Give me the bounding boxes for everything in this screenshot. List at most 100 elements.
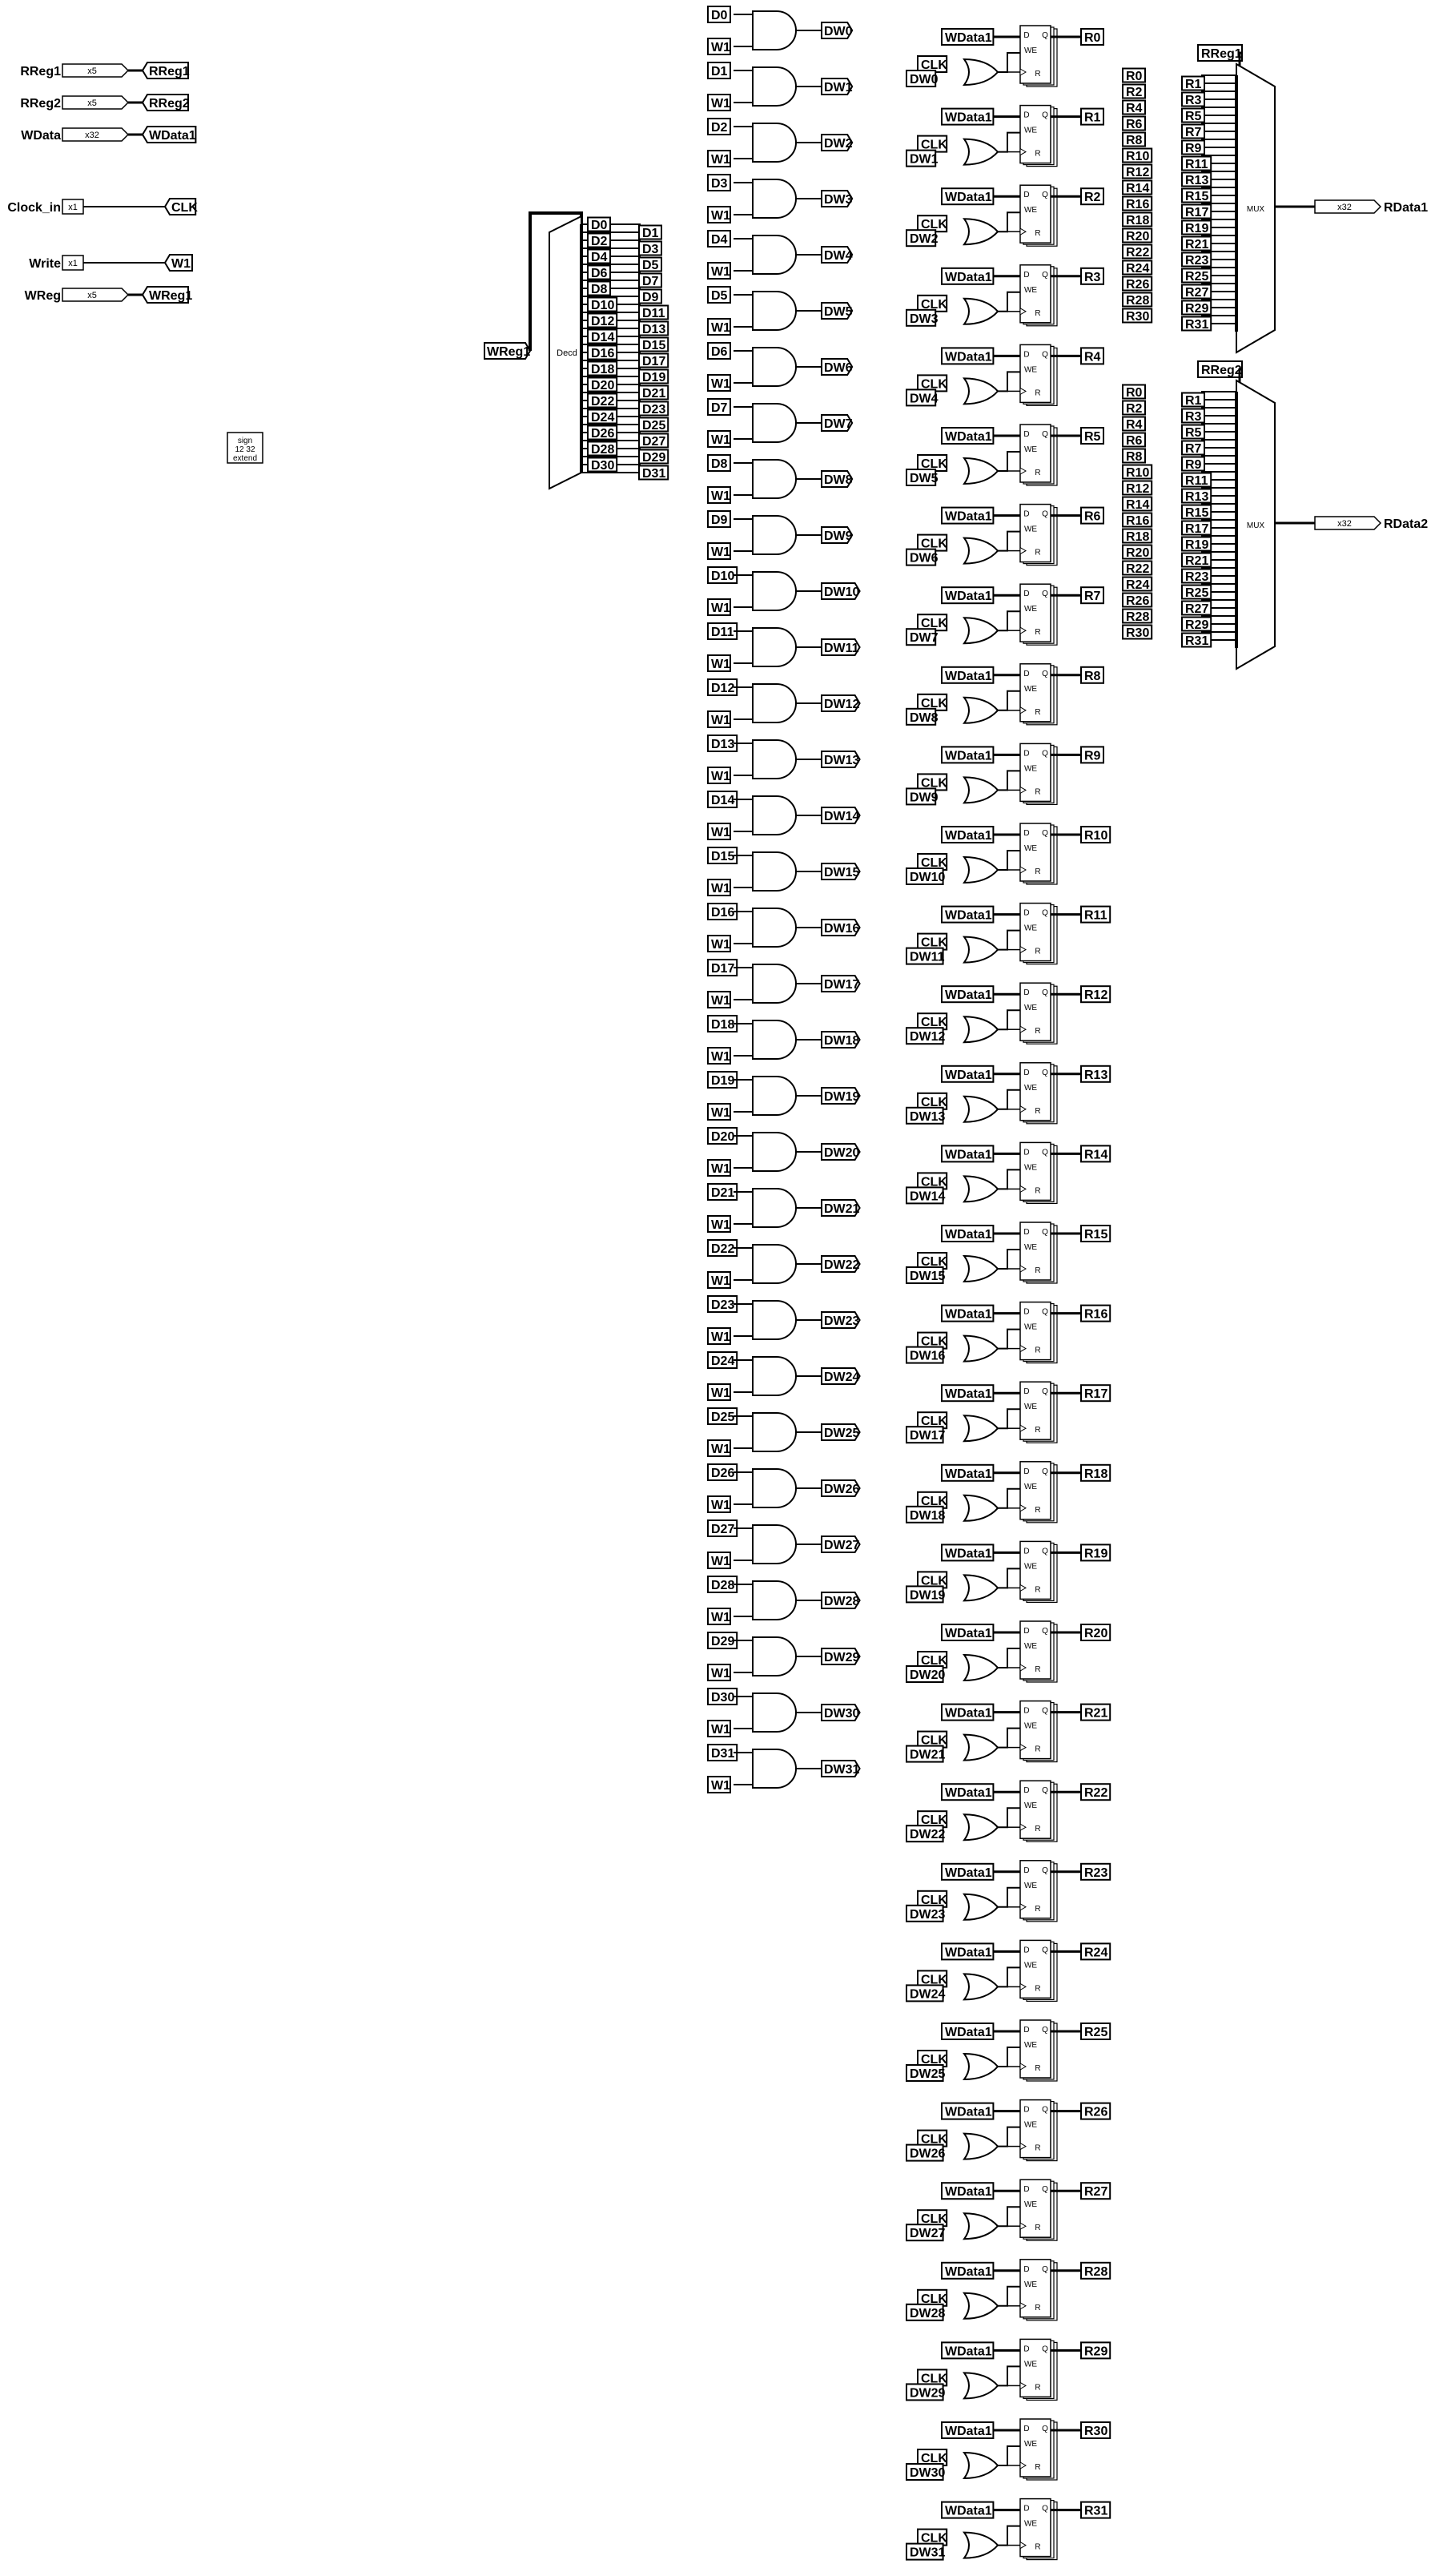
register-21-q-out-text: R21 (1084, 1707, 1107, 1721)
mux-2-in-r3-text: R3 (1185, 410, 1202, 424)
register-31-q-out-text: R31 (1084, 2505, 1107, 2518)
and-gate-17-body (752, 964, 797, 1004)
and-gate-23-body (752, 1300, 797, 1340)
register-11-pin-r: R (1035, 948, 1040, 956)
register-28-dw-text: DW28 (910, 2307, 946, 2320)
register-28-q-out-text: R28 (1084, 2265, 1107, 2279)
and-gate-31-out-text: DW31 (824, 1763, 860, 1777)
register-30-pin-r: R (1035, 2463, 1040, 2472)
and-gate-28-in-w-text: W1 (711, 1611, 730, 1624)
register-31-pin-q: Q (1042, 2505, 1048, 2514)
register-6-we-wire (998, 530, 1020, 552)
register-18-pin-d: D (1023, 1467, 1029, 1476)
register-13-or-gate (963, 1095, 999, 1123)
register-20: WData1 D QWERR20CLKDW20 (906, 1620, 1111, 1683)
sign-extend-line3: extend (233, 454, 257, 463)
mux-1-in-r17-text: R17 (1185, 206, 1208, 219)
register-11-wdata-text: WData1 (945, 909, 992, 923)
mux-2-in-r28-text: R28 (1126, 610, 1149, 624)
register-13-q-out-text: R13 (1084, 1069, 1107, 1082)
mux-2-in-r6-text: R6 (1126, 434, 1143, 448)
register-27-q-out-text: R27 (1084, 2185, 1107, 2199)
mux-1-out-width: x32 (1337, 203, 1352, 212)
and-gate-15-out-text: DW15 (824, 866, 860, 879)
mux-2-in-r12-text: R12 (1126, 482, 1149, 496)
register-12-pin-q: Q (1042, 988, 1048, 997)
input-clock-in-name: Clock_in (7, 201, 61, 215)
register-7-pin-we: WE (1024, 605, 1037, 614)
register-2-wdata-text: WData1 (945, 191, 992, 204)
register-16-pin-we: WE (1024, 1323, 1037, 1332)
register-26-q-out-text: R26 (1084, 2106, 1107, 2119)
register-29-q-out-text: R29 (1084, 2345, 1107, 2358)
register-18-q-out-text: R18 (1084, 1467, 1107, 1481)
and-gate-23-in-w-text: W1 (711, 1330, 730, 1344)
decoder-out-d27-text: D27 (642, 435, 665, 449)
register-6: WData1 D QWERR6CLKDW6 (906, 503, 1104, 566)
register-25-dw-text: DW25 (910, 2067, 946, 2081)
register-0-wdata-text: WData1 (945, 31, 992, 45)
and-gate-1-out-text: DW1 (824, 81, 853, 95)
register-16-pin-d: D (1023, 1308, 1029, 1317)
and-gate-2-in-w-text: W1 (711, 153, 730, 167)
register-1-or-gate (963, 138, 999, 166)
register-16-we-wire (998, 1328, 1020, 1350)
register-11-pin-d: D (1023, 909, 1029, 918)
register-29: WData1 D QWERR29CLKDW29 (906, 2338, 1111, 2401)
register-22-q-out-text: R22 (1084, 1786, 1107, 1800)
register-30-or-gate (963, 2451, 999, 2480)
register-5-pin-q: Q (1042, 430, 1048, 439)
register-9-or-gate (963, 776, 999, 804)
and-gate-29-in-d-text: D29 (711, 1635, 734, 1648)
register-2-q-out-text: R2 (1084, 191, 1101, 204)
register-29-pin-we: WE (1024, 2360, 1037, 2369)
register-15-pin-q: Q (1042, 1228, 1048, 1237)
and-gate-16: D16 W1 DW16 (707, 903, 861, 952)
register-1-wdata-text: WData1 (945, 111, 992, 125)
and-gate-9-in-w-text: W1 (711, 545, 730, 559)
register-13-pin-r: R (1035, 1107, 1040, 1116)
mux-1-in-r3-text: R3 (1185, 94, 1202, 107)
and-gate-20-in-d-text: D20 (711, 1130, 734, 1144)
input-wdata-name: WData (21, 129, 61, 143)
register-4-or-gate (963, 377, 999, 405)
register-4-pin-r: R (1035, 388, 1040, 397)
register-14-dw-text: DW14 (910, 1189, 946, 1203)
and-gate-10: D10 W1 DW10 (707, 566, 861, 616)
and-gate-18: D18 W1 DW18 (707, 1015, 861, 1065)
register-28-pin-q: Q (1042, 2265, 1048, 2274)
input-write-width: x1 (68, 259, 78, 268)
input-clock-in-width: x1 (68, 203, 78, 212)
and-gate-2-in-d-text: D2 (711, 121, 728, 135)
and-gate-30: D30 W1 DW30 (707, 1688, 861, 1737)
register-26-pin-q: Q (1042, 2106, 1048, 2115)
register-27-pin-we: WE (1024, 2200, 1037, 2209)
input-wdata-dest-text: WData1 (149, 129, 196, 143)
register-30-pin-we: WE (1024, 2440, 1037, 2449)
register-0-dw-text: DW0 (910, 73, 939, 87)
register-10: WData1 D QWERR10CLKDW10 (906, 823, 1111, 885)
register-8: WData1 D QWERR8CLKDW8 (906, 663, 1104, 726)
decoder-out-d8-text: D8 (591, 283, 608, 296)
and-gate-7: D7 W1 DW7 (707, 398, 854, 448)
mux-2-in-r10-text: R10 (1126, 466, 1149, 480)
register-17-wdata-text: WData1 (945, 1387, 992, 1401)
register-31-dw-text: DW31 (910, 2546, 946, 2560)
register-9-wdata-text: WData1 (945, 749, 992, 763)
and-gate-15-body (752, 851, 797, 892)
and-gate-8-in-d-text: D8 (711, 457, 728, 471)
mux-1-in-r23-text: R23 (1185, 254, 1208, 268)
register-5-pin-we: WE (1024, 445, 1037, 454)
register-24-pin-we: WE (1024, 1961, 1037, 1970)
mux-2-in-r1-text: R1 (1185, 394, 1202, 408)
input-rreg1-name: RReg1 (20, 65, 61, 78)
register-24-or-gate (963, 1973, 999, 2001)
and-gate-23-out-text: DW23 (824, 1314, 860, 1328)
register-25-pin-d: D (1023, 2026, 1029, 2035)
sign-extend-line1: sign (238, 437, 252, 445)
and-gate-16-body (752, 908, 797, 948)
and-gate-21-in-d-text: D21 (711, 1186, 734, 1200)
mux-1-in-r16-text: R16 (1126, 198, 1149, 211)
mux-1-in-r27-text: R27 (1185, 286, 1208, 300)
mux-2-in-r2-text: R2 (1126, 402, 1143, 416)
